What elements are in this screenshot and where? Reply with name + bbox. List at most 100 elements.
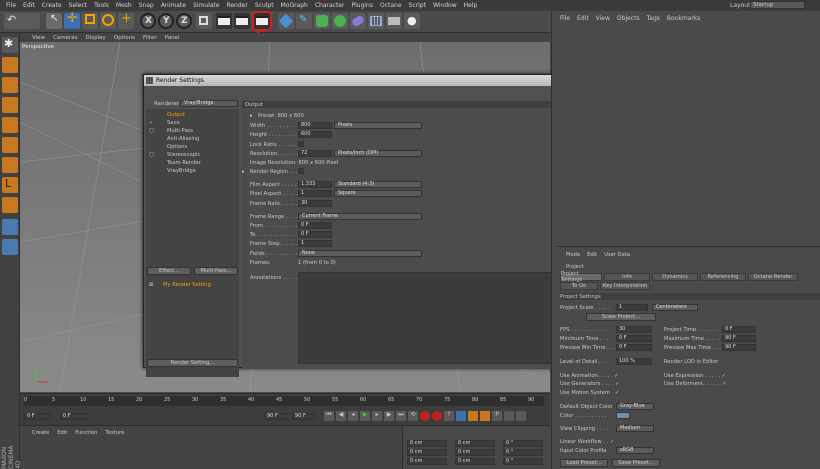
obj-menu-tags[interactable]: Tags <box>647 15 660 22</box>
next-key-icon[interactable]: ▶ <box>384 411 394 421</box>
coord-y-input[interactable]: 0 cm <box>407 449 447 456</box>
mat-menu-function[interactable]: Function <box>75 430 97 436</box>
array-button[interactable] <box>332 13 348 29</box>
vp-menu-panel[interactable]: Panel <box>165 35 180 41</box>
list-item-stereoscopic[interactable]: □ Stereoscopic <box>149 151 200 158</box>
undo-button[interactable]: ↶ <box>4 13 40 29</box>
color-swatch[interactable] <box>616 412 630 419</box>
min-time-input[interactable]: 0 F <box>616 335 652 342</box>
list-item-options[interactable]: Options <box>149 143 187 150</box>
menu-help[interactable]: Help <box>464 2 478 9</box>
scale-project-button[interactable]: Scale Project... <box>586 313 656 321</box>
fields-select[interactable]: None <box>298 250 422 257</box>
project-scale-unit[interactable]: Centimeters <box>652 304 698 311</box>
project-time-input[interactable]: 0 F <box>722 326 756 333</box>
width-input[interactable]: 800 <box>298 122 332 129</box>
camera-button[interactable] <box>386 13 402 29</box>
vp-menu-display[interactable]: Display <box>86 35 106 41</box>
tab-project-settings[interactable]: Project Settings <box>560 271 602 283</box>
texture-mode-button[interactable] <box>2 77 18 93</box>
render-region-row[interactable]: ▸ Render Region . . . <box>242 168 298 175</box>
mat-menu-create[interactable]: Create <box>32 430 49 436</box>
attr-menu-mode[interactable]: Mode <box>566 252 580 258</box>
prev-frame-icon[interactable]: ◂ <box>348 411 358 421</box>
tab-octane-render[interactable]: Octane Render <box>748 273 798 281</box>
attr-menu-edit[interactable]: Edit <box>587 252 597 258</box>
next-frame-icon[interactable]: ▸ <box>372 411 382 421</box>
coord-p-input[interactable]: 0 ° <box>503 449 543 456</box>
preview-min-input[interactable]: 0 F <box>616 344 652 351</box>
menu-simulate[interactable]: Simulate <box>193 2 220 9</box>
tab-referencing[interactable]: Referencing <box>700 273 746 281</box>
expand-icon[interactable]: ▸ <box>242 169 250 175</box>
coord-b-input[interactable]: 0 ° <box>503 458 543 465</box>
workplane-button[interactable] <box>2 97 18 113</box>
load-preset-button[interactable]: Load Preset... <box>560 459 608 467</box>
key-param-icon[interactable]: P <box>492 411 502 421</box>
menu-render[interactable]: Render <box>226 2 247 9</box>
menu-plugins[interactable]: Plugins <box>351 2 373 9</box>
end-frame-input[interactable]: 90 F <box>264 413 288 420</box>
menu-mograph[interactable]: MoGraph <box>281 2 308 9</box>
linear-workflow[interactable]: Linear Workflow . . ✓ <box>560 438 614 445</box>
list-item-antialiasing[interactable]: Anti-Aliasing <box>149 135 199 142</box>
render-region-checkbox[interactable] <box>298 168 304 174</box>
prev-key-icon[interactable]: ◀ <box>336 411 346 421</box>
tab-to-do[interactable]: To Do <box>560 282 598 290</box>
recent-tool-button[interactable]: + <box>118 11 134 29</box>
floor-button[interactable] <box>368 13 384 29</box>
polygons-mode-button[interactable] <box>2 157 18 173</box>
menu-file[interactable]: File <box>6 2 16 9</box>
start-frame-input[interactable]: 0 F <box>24 413 52 420</box>
project-scale-input[interactable]: 1 <box>616 304 648 311</box>
list-item-team-render[interactable]: Team Render <box>149 159 201 166</box>
obj-menu-view[interactable]: View <box>596 15 610 22</box>
coord-sx-input[interactable]: 0 cm <box>455 440 495 447</box>
input-color-profile-select[interactable]: sRGB <box>616 447 654 454</box>
mat-menu-edit[interactable]: Edit <box>57 430 67 436</box>
last-frame-icon[interactable]: ⏭ <box>396 411 406 421</box>
save-preset-button[interactable]: Save Preset... <box>612 459 660 467</box>
fps-input[interactable]: 30 <box>616 326 652 333</box>
coord-x-input[interactable]: 0 cm <box>407 440 447 447</box>
view-clipping-select[interactable]: Medium <box>616 425 654 432</box>
menu-script[interactable]: Script <box>409 2 426 9</box>
preview-max-input[interactable]: 90 F <box>722 344 756 351</box>
key-position-icon[interactable] <box>456 411 466 421</box>
obj-menu-objects[interactable]: Objects <box>617 15 640 22</box>
cube-button[interactable] <box>278 13 294 29</box>
subdivision-button[interactable] <box>314 13 330 29</box>
points-mode-button[interactable] <box>2 117 18 133</box>
key-rotation-icon[interactable] <box>480 411 490 421</box>
coord-sz-input[interactable]: 0 cm <box>455 458 495 465</box>
rotate-tool-button[interactable] <box>100 13 116 29</box>
preview-end-input[interactable]: 90 F <box>292 413 316 420</box>
lock-ratio-checkbox[interactable] <box>298 141 304 147</box>
menu-select[interactable]: Select <box>69 2 88 9</box>
tab-info[interactable]: Info <box>604 273 650 281</box>
loop-icon[interactable]: ⟲ <box>408 411 418 421</box>
menu-tools[interactable]: Tools <box>94 2 109 9</box>
coord-z-input[interactable]: 0 cm <box>407 458 447 465</box>
frame-step-input[interactable]: 1 <box>298 240 332 247</box>
axis-mode-button[interactable]: L <box>2 177 18 193</box>
key-pla-icon[interactable] <box>504 411 514 421</box>
frame-range-select[interactable]: Current Frame <box>298 213 422 220</box>
coord-h-input[interactable]: 0 ° <box>503 440 543 447</box>
pixel-aspect-input[interactable]: 1 <box>298 190 332 197</box>
edges-mode-button[interactable] <box>2 137 18 153</box>
vp-menu-cameras[interactable]: Cameras <box>53 35 77 41</box>
use-motion-system[interactable]: Use Motion System . ✓ <box>560 389 619 396</box>
use-animation[interactable]: Use Animation. . . . . ✓ <box>560 372 619 379</box>
height-input[interactable]: 600 <box>298 131 332 138</box>
menu-create[interactable]: Create <box>42 2 62 9</box>
max-time-input[interactable]: 90 F <box>722 335 756 342</box>
vp-menu-options[interactable]: Options <box>114 35 135 41</box>
multipass-button[interactable]: Multi-Pass... <box>194 267 238 275</box>
scale-tool-button[interactable] <box>82 13 98 29</box>
live-select-button[interactable]: ↖ <box>46 13 62 29</box>
renderer-select[interactable]: Vray/Bridge <box>180 100 238 107</box>
from-input[interactable]: 0 F <box>298 222 332 229</box>
move-tool-button[interactable]: ✛ <box>64 11 80 29</box>
list-item-save[interactable]: ✓ Save <box>149 119 180 126</box>
